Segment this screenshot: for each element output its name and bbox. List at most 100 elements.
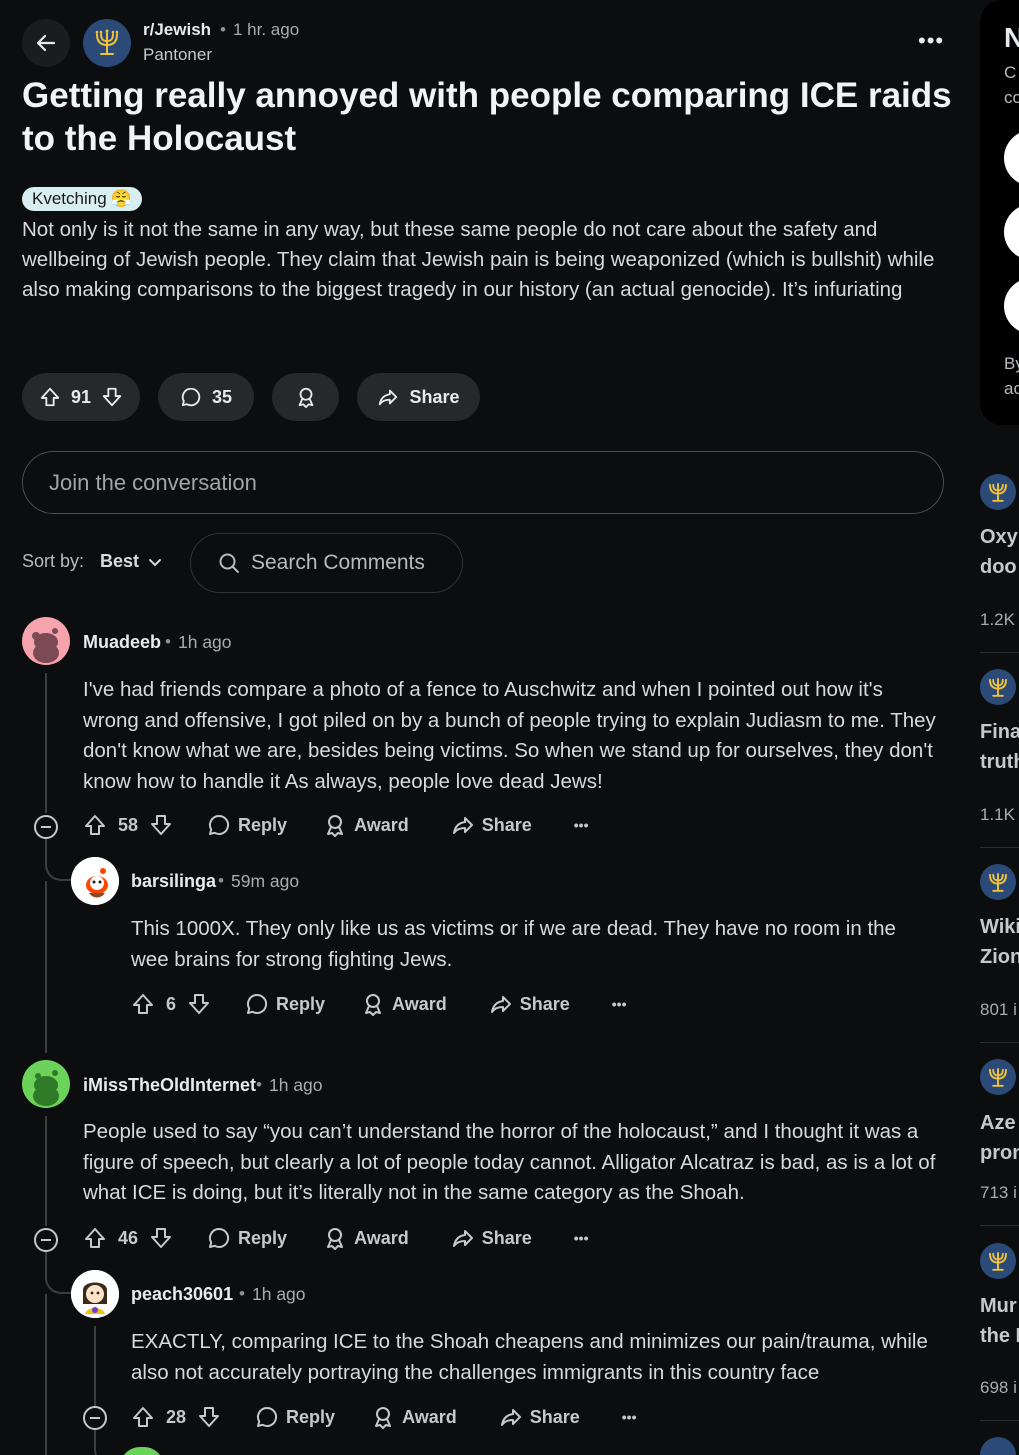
sort-dropdown[interactable]: Best: [100, 551, 139, 572]
card-text-line: co: [1004, 88, 1019, 107]
downvote-icon[interactable]: [149, 813, 173, 837]
comment-vote-count: 46: [118, 1227, 139, 1248]
thread-elbow: [45, 839, 71, 881]
reply-button[interactable]: Reply: [255, 1405, 335, 1429]
search-comments-placeholder: Search Comments: [251, 551, 425, 574]
comment-text: EXACTLY, comparing ICE to the Shoah chea…: [131, 1330, 928, 1384]
comment-text: I've had friends compare a photo of a fe…: [83, 678, 936, 793]
avatar[interactable]: [120, 1447, 164, 1455]
upvote-icon[interactable]: [83, 1226, 107, 1250]
downvote-icon[interactable]: [101, 386, 123, 408]
comment-author[interactable]: iMissTheOldInternet: [83, 1075, 256, 1096]
award-button[interactable]: Award: [323, 813, 409, 837]
subreddit-name[interactable]: r/Jewish: [143, 20, 211, 40]
more-options-button[interactable]: •••: [622, 1409, 637, 1425]
share-icon: [500, 1409, 521, 1426]
upvote-icon[interactable]: [39, 386, 61, 408]
avatar[interactable]: [22, 1060, 70, 1108]
related-post-title[interactable]: truth: [980, 747, 1019, 777]
back-button[interactable]: [22, 19, 70, 67]
collapse-thread-button[interactable]: [83, 1406, 107, 1430]
share-button[interactable]: Share: [451, 1226, 532, 1250]
upvote-icon[interactable]: [83, 813, 107, 837]
award-label: Award: [392, 993, 447, 1014]
share-button[interactable]: Share: [489, 992, 570, 1016]
avatar[interactable]: [71, 1270, 119, 1318]
collapse-thread-button[interactable]: [34, 1228, 58, 1252]
related-post-stats: 1.1K: [980, 805, 1015, 824]
more-options-button[interactable]: •••: [574, 817, 589, 833]
related-post-title[interactable]: pron: [980, 1138, 1019, 1168]
subreddit-icon: [980, 669, 1016, 705]
comment-author[interactable]: peach30601: [131, 1284, 233, 1305]
upvote-icon[interactable]: [131, 992, 155, 1016]
comments-button[interactable]: 35: [158, 373, 254, 421]
related-post-stats: 713 i: [980, 1183, 1017, 1202]
comment-author[interactable]: Muadeeb: [83, 632, 161, 653]
comment-author[interactable]: barsilinga: [131, 871, 216, 892]
share-button[interactable]: Share: [357, 373, 480, 421]
menorah-icon: [989, 1252, 1007, 1271]
search-icon: [219, 553, 239, 573]
menorah-icon: [95, 29, 119, 55]
comment-vote-count: 58: [118, 814, 139, 835]
award-button[interactable]: Award: [361, 992, 447, 1016]
more-options-button[interactable]: •••: [612, 996, 627, 1012]
related-post-title[interactable]: Zion: [980, 942, 1019, 972]
related-post-title[interactable]: Oxy: [980, 522, 1018, 552]
flair-emoji: 😤: [110, 189, 132, 208]
separator-dot: •: [218, 871, 224, 890]
share-button[interactable]: Share: [499, 1405, 580, 1429]
avatar[interactable]: [71, 857, 119, 905]
award-button[interactable]: Award: [371, 1405, 457, 1429]
comment-vote-control: 46: [83, 1226, 173, 1250]
menorah-icon: [989, 873, 1007, 892]
comment-actions: 46 Reply Award Share •••: [83, 1226, 589, 1250]
subreddit-avatar[interactable]: [83, 19, 131, 67]
subreddit-icon: [980, 864, 1016, 900]
sort-label: Sort by:: [22, 551, 85, 571]
downvote-icon[interactable]: [187, 992, 211, 1016]
collapse-thread-button[interactable]: [34, 815, 58, 839]
card-footer-line: By: [1004, 354, 1019, 373]
subreddit-icon: [980, 1437, 1016, 1455]
thread-line: [45, 673, 47, 813]
comment-time: 1h ago: [178, 632, 232, 652]
avatar[interactable]: [22, 617, 70, 665]
chevron-down-icon[interactable]: [148, 556, 162, 570]
comment-bubble-icon: [181, 387, 201, 407]
share-button[interactable]: Share: [451, 813, 532, 837]
related-post-title[interactable]: Wiki: [980, 912, 1019, 942]
comment-actions: 28 Reply Award Share •••: [131, 1405, 637, 1429]
related-post-title[interactable]: the I: [980, 1321, 1019, 1351]
related-post-title[interactable]: doo: [980, 552, 1017, 582]
award-button[interactable]: Award: [323, 1226, 409, 1250]
comment-vote-control: 58: [83, 813, 173, 837]
post-author[interactable]: Pantoner: [143, 45, 212, 65]
award-icon: [327, 1228, 344, 1250]
reply-button[interactable]: Reply: [207, 813, 287, 837]
more-options-button[interactable]: •••: [918, 28, 944, 54]
comment-bubble-icon: [257, 1406, 278, 1427]
award-button[interactable]: [272, 373, 339, 421]
related-post-title[interactable]: Mur: [980, 1291, 1017, 1321]
related-post-title[interactable]: Fina: [980, 717, 1019, 747]
reply-button[interactable]: Reply: [245, 992, 325, 1016]
reply-label: Reply: [238, 814, 288, 835]
comment-text: This 1000X. They only like us as victims…: [131, 917, 896, 971]
downvote-icon[interactable]: [197, 1405, 221, 1429]
related-post-title[interactable]: Aze: [980, 1108, 1016, 1138]
reply-label: Reply: [286, 1406, 336, 1427]
search-comments-input[interactable]: Search Comments: [190, 533, 463, 593]
comment-bubble-icon: [209, 1227, 230, 1248]
post-flair[interactable]: Kvetching 😤: [22, 187, 142, 211]
more-options-button[interactable]: •••: [574, 1230, 589, 1246]
divider: [980, 847, 1019, 848]
upvote-icon[interactable]: [131, 1405, 155, 1429]
downvote-icon[interactable]: [149, 1226, 173, 1250]
thread-line: [45, 1294, 47, 1455]
comment-actions: 6 Reply Award Share •••: [131, 992, 626, 1016]
reply-button[interactable]: Reply: [207, 1226, 287, 1250]
join-conversation-input[interactable]: Join the conversation: [22, 451, 944, 514]
arrow-left-icon: [36, 34, 56, 52]
